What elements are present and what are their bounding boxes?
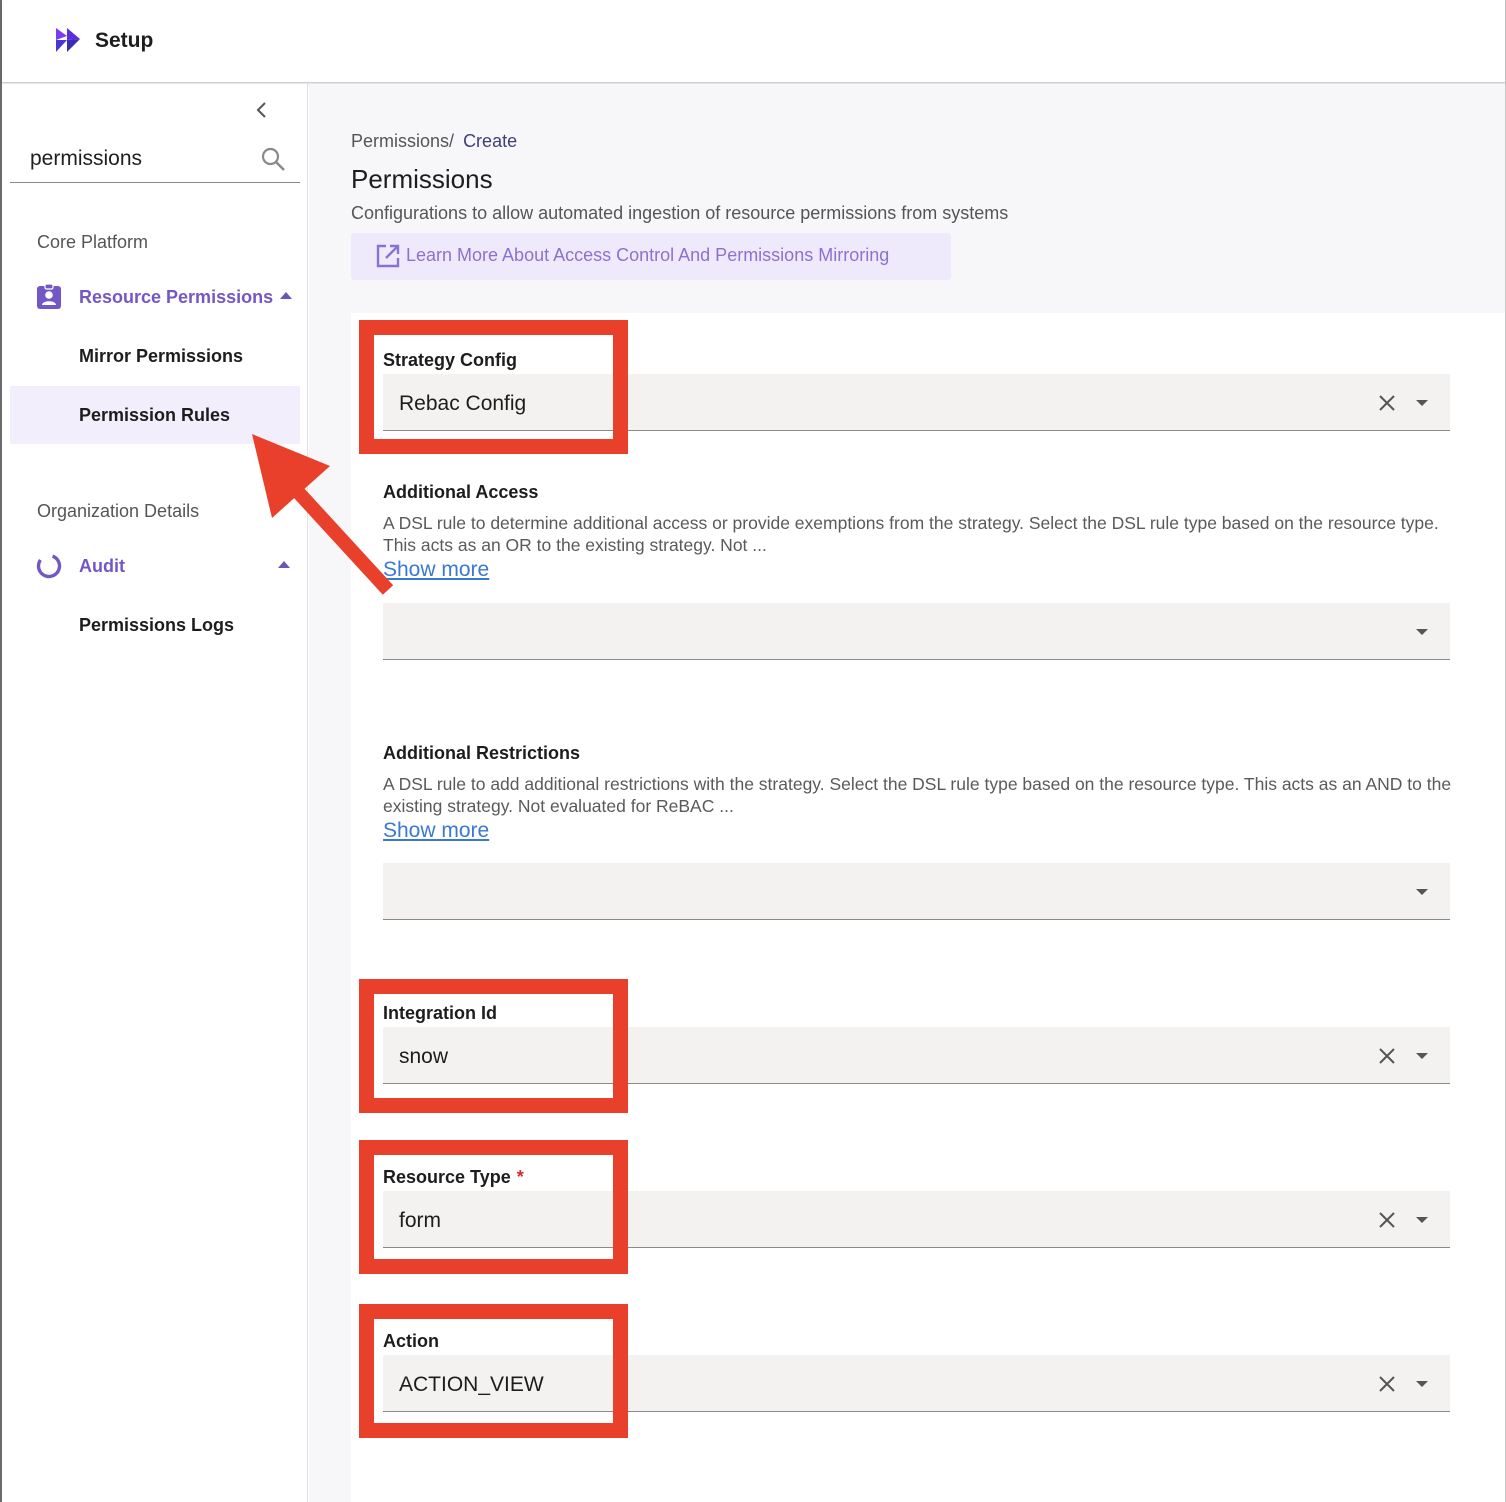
badge-icon — [37, 283, 61, 309]
sidebar-item-resource-permissions[interactable]: Resource Permissions — [10, 277, 300, 317]
additional-restrictions-label: Additional Restrictions — [383, 743, 581, 763]
sidebar-search — [10, 134, 300, 183]
sidebar-item-label: Permission Rules — [79, 405, 231, 425]
sidebar-item-label: Mirror Permissions — [79, 346, 244, 366]
caret-up-icon — [280, 292, 292, 299]
sidebar: Core Platform Resource Permissions Mirro… — [2, 84, 308, 1502]
main-content: Permissions/ Create Permissions Configur… — [309, 84, 1505, 1502]
sidebar-item-label: Resource Permissions — [79, 287, 274, 307]
dropdown-arrow-icon[interactable] — [1416, 1217, 1428, 1223]
clear-icon[interactable] — [1377, 1374, 1397, 1394]
learn-more-link[interactable]: Learn More About Access Control And Perm… — [351, 233, 951, 280]
external-link-icon — [376, 244, 400, 268]
breadcrumb-parent[interactable]: Permissions — [351, 131, 449, 151]
clear-icon[interactable] — [1377, 1046, 1397, 1066]
search-icon[interactable] — [260, 146, 286, 172]
additional-access-description: A DSL rule to determine additional acces… — [383, 513, 1439, 555]
audit-ring-icon — [36, 553, 62, 579]
additional-restrictions-description: A DSL rule to add additional restriction… — [383, 774, 1452, 816]
dropdown-arrow-icon[interactable] — [1416, 629, 1428, 635]
learn-more-text: Learn More About Access Control And Perm… — [406, 245, 890, 265]
clear-icon[interactable] — [1377, 393, 1397, 413]
dropdown-arrow-icon[interactable] — [1416, 889, 1428, 895]
sidebar-item-label: Permissions Logs — [79, 615, 235, 635]
additional-restrictions-select[interactable] — [383, 863, 1450, 920]
section-label-core-platform: Core Platform — [37, 232, 149, 252]
highlight-box-integration-id — [359, 979, 628, 1113]
highlight-box-resource-type — [359, 1140, 628, 1274]
dropdown-arrow-icon[interactable] — [1416, 400, 1428, 406]
page-description: Configurations to allow automated ingest… — [351, 203, 1009, 223]
sidebar-item-label: Audit — [79, 556, 125, 576]
dropdown-arrow-icon[interactable] — [1416, 1053, 1428, 1059]
additional-restrictions-show-more-link[interactable]: Show more — [383, 819, 489, 843]
top-bar: Setup — [2, 0, 1505, 83]
highlight-box-action — [359, 1304, 628, 1438]
clear-icon[interactable] — [1377, 1210, 1397, 1230]
breadcrumb-current: Create — [463, 131, 518, 151]
breadcrumb-separator: / — [449, 131, 455, 151]
additional-access-select[interactable] — [383, 603, 1450, 660]
dropdown-arrow-icon[interactable] — [1416, 1381, 1428, 1387]
collapse-sidebar-chevron-left-icon[interactable] — [250, 98, 274, 122]
page-title: Permissions — [351, 164, 493, 194]
search-input[interactable] — [30, 144, 250, 174]
app-title: Setup — [95, 29, 154, 52]
breadcrumb: Permissions/ Create — [351, 131, 517, 152]
app-logo-icon — [56, 28, 80, 52]
sidebar-item-mirror-permissions[interactable]: Mirror Permissions — [10, 327, 300, 385]
annotation-arrow-icon — [252, 434, 394, 595]
section-label-organization-details: Organization Details — [37, 501, 200, 521]
